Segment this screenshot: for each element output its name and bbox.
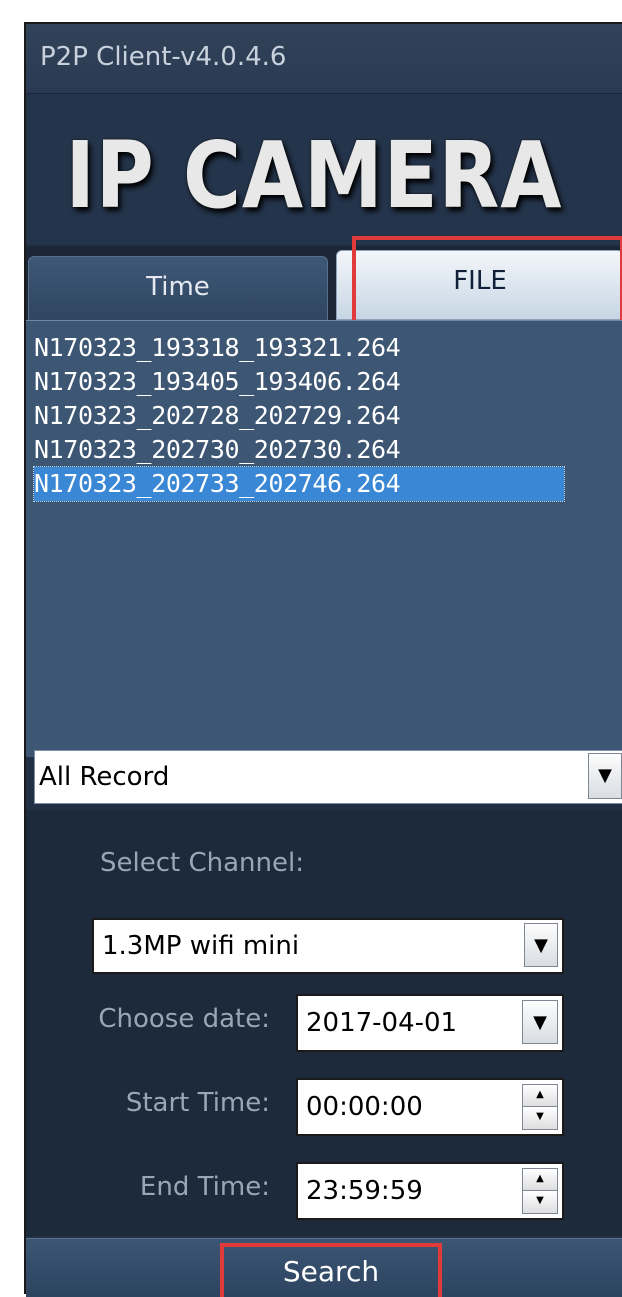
search-form: Select Channel: 1.3MP wifi mini ▼ Choose… [26,810,622,1236]
select-channel-label: Select Channel: [100,848,304,878]
channel-value: 1.3MP wifi mini [102,931,300,961]
screen-margin [0,0,24,1294]
chevron-down-icon[interactable]: ▼ [588,753,622,799]
p2p-client-window: P2P Client-v4.0.4.6 IP CAMERA Time FILE … [24,22,622,1297]
start-time-value: 00:00:00 [306,1092,423,1122]
tab-file[interactable]: FILE [336,250,622,320]
end-time-label: End Time: [139,1172,270,1202]
record-type-value: All Record [39,762,170,792]
tab-time[interactable]: Time [28,256,328,320]
record-type-select[interactable]: All Record ▼ [34,750,622,804]
tab-strip: Time FILE [26,246,622,320]
search-button[interactable]: Search [220,1243,442,1297]
file-item[interactable]: N170323_202730_202730.264 [34,433,408,467]
choose-date-label: Choose date: [98,1004,270,1034]
spin-down-icon[interactable]: ▼ [523,1191,557,1213]
file-item[interactable]: N170323_202728_202729.264 [34,399,408,433]
spin-down-icon[interactable]: ▼ [523,1107,557,1129]
spin-up-icon[interactable]: ▲ [523,1085,557,1107]
chevron-down-icon[interactable]: ▼ [522,1000,558,1044]
banner: IP CAMERA [26,94,622,244]
bottom-bar: Search [26,1238,622,1297]
start-time-field[interactable]: 00:00:00 ▲ ▼ [296,1078,564,1136]
end-time-spinner[interactable]: ▲ ▼ [522,1168,558,1214]
date-picker[interactable]: 2017-04-01 ▼ [296,994,564,1052]
file-item-selected[interactable]: N170323_202733_202746.264 [33,466,565,502]
end-time-field[interactable]: 23:59:59 ▲ ▼ [296,1162,564,1220]
spin-up-icon[interactable]: ▲ [523,1169,557,1191]
date-value: 2017-04-01 [306,1008,458,1038]
file-list[interactable]: N170323_193318_193321.264 N170323_193405… [26,320,622,757]
end-time-value: 23:59:59 [306,1176,423,1206]
window-title: P2P Client-v4.0.4.6 [26,24,622,94]
start-time-label: Start Time: [125,1088,270,1118]
file-item[interactable]: N170323_193405_193406.264 [34,365,408,399]
channel-select[interactable]: 1.3MP wifi mini ▼ [92,918,564,974]
banner-title: IP CAMERA [65,121,563,229]
start-time-spinner[interactable]: ▲ ▼ [522,1084,558,1130]
chevron-down-icon[interactable]: ▼ [524,923,558,967]
file-item[interactable]: N170323_193318_193321.264 [34,331,408,365]
